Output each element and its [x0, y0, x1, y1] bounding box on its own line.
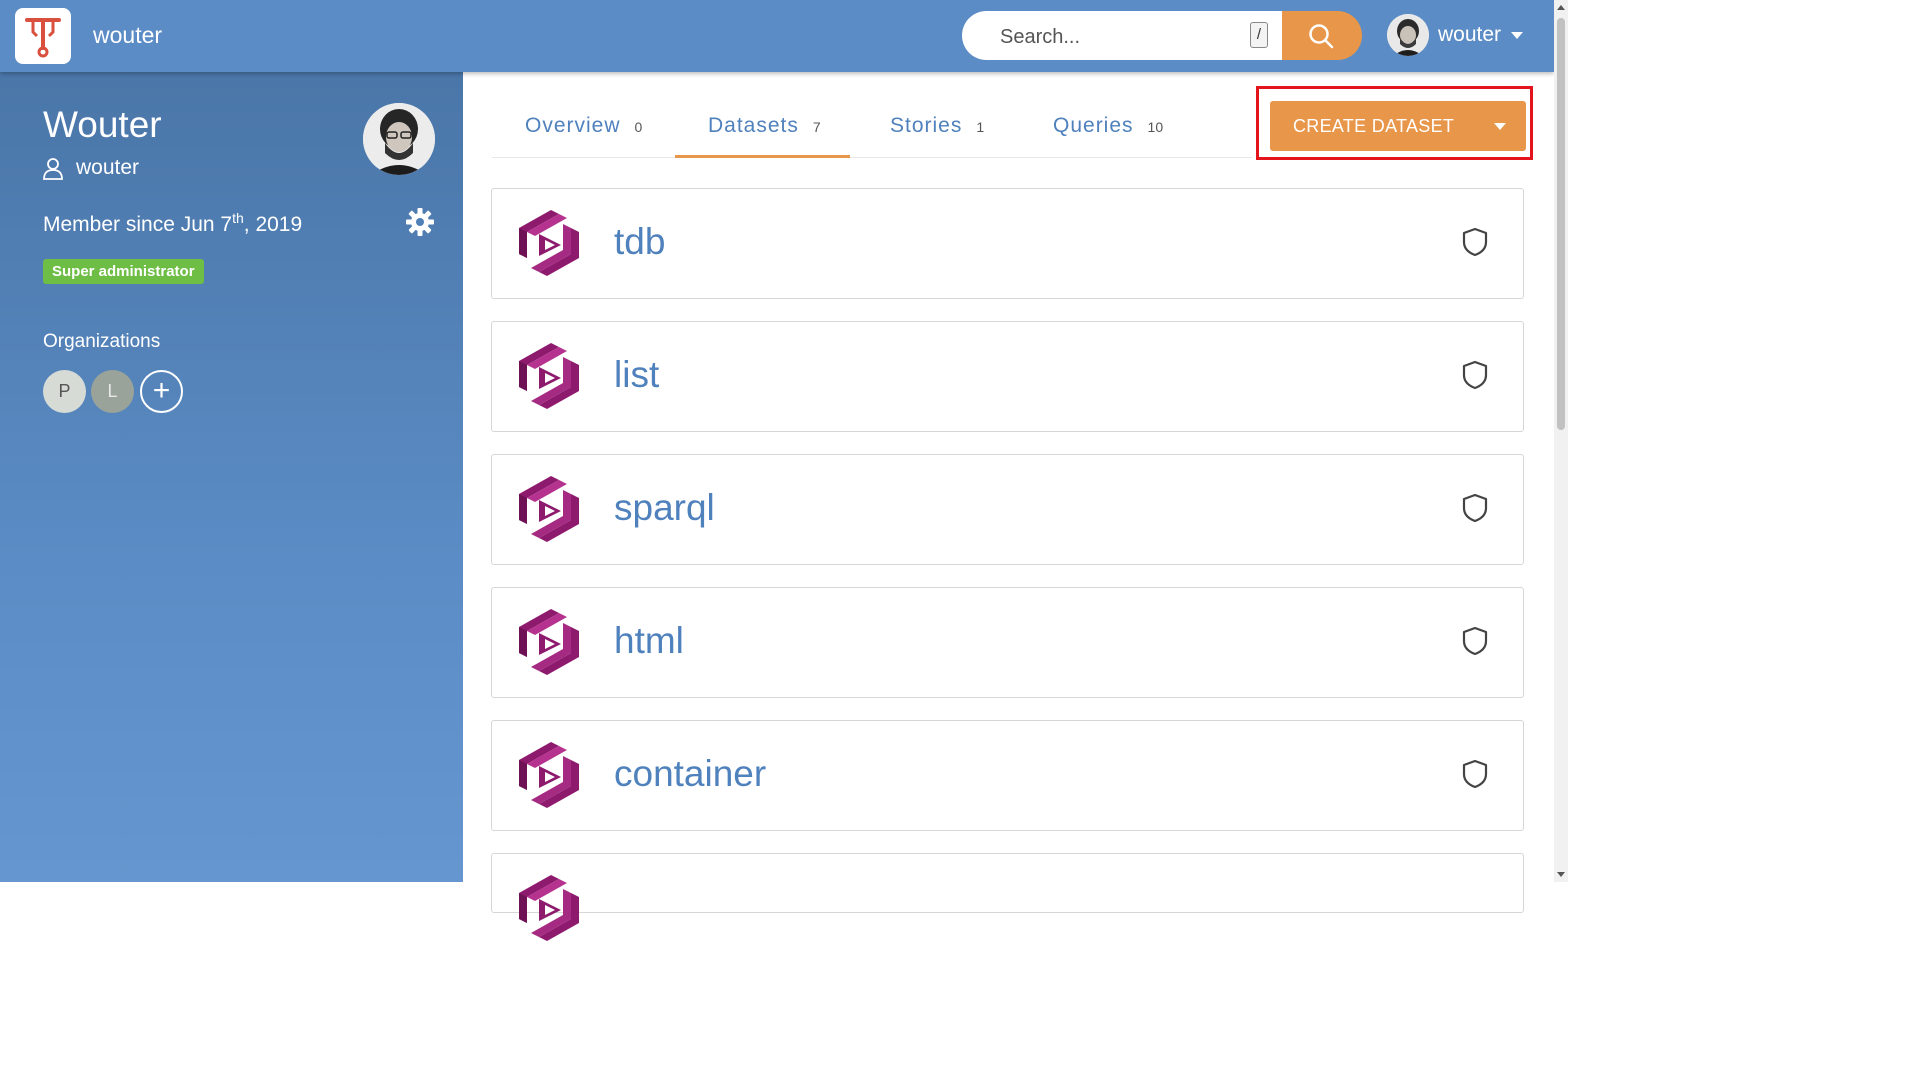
shield-icon: [1461, 626, 1489, 661]
tab-overview-count: 0: [634, 119, 643, 135]
tab-datasets-count: 7: [812, 119, 821, 135]
settings-button[interactable]: [405, 207, 435, 242]
profile-tabs: Overview 0 Datasets 7 Stories 1 Queries 10: [492, 100, 1232, 159]
profile-avatar: [363, 103, 435, 175]
member-since-text: Member since Jun 7th, 2019: [43, 210, 303, 236]
create-dataset-button[interactable]: CREATE DATASET: [1270, 101, 1526, 151]
caret-down-icon[interactable]: [1494, 123, 1506, 130]
create-dataset-label: CREATE DATASET: [1293, 116, 1455, 136]
tab-stories[interactable]: Stories 1: [890, 114, 984, 138]
dataset-name[interactable]: list: [614, 354, 659, 396]
dataset-card[interactable]: container: [491, 720, 1524, 831]
tab-stories-count: 1: [976, 119, 985, 135]
search-icon: [1309, 24, 1334, 49]
organization-avatar-l[interactable]: L: [91, 370, 134, 413]
search-shortcut-key: /: [1250, 22, 1268, 48]
organization-avatar-p[interactable]: P: [43, 370, 86, 413]
dataset-icon: [515, 607, 583, 686]
shield-icon: [1461, 360, 1489, 395]
account-title[interactable]: wouter: [93, 22, 162, 49]
scroll-down-arrow-icon[interactable]: [1557, 872, 1565, 877]
tab-queries[interactable]: Queries 10: [1053, 114, 1163, 138]
triply-logo[interactable]: [15, 8, 71, 64]
dataset-card[interactable]: tdb: [491, 188, 1524, 299]
scroll-up-arrow-icon[interactable]: [1557, 5, 1565, 10]
top-navigation-bar: wouter / wouter: [0, 0, 1554, 72]
organizations-heading: Organizations: [43, 331, 161, 352]
shield-icon: [1461, 759, 1489, 794]
tab-datasets-label: Datasets: [708, 114, 799, 137]
dataset-name[interactable]: html: [614, 620, 684, 662]
caret-down-icon: [1511, 32, 1523, 39]
avatar: [1387, 14, 1429, 56]
tab-stories-label: Stories: [890, 114, 963, 137]
role-badge: Super administrator: [43, 259, 204, 284]
dataset-icon: [515, 873, 583, 952]
dataset-name[interactable]: sparql: [614, 487, 715, 529]
profile-sidebar: Wouter wouter Member since Jun 7th, 2019: [0, 72, 463, 882]
user-menu-name: wouter: [1438, 23, 1502, 46]
avatar-portrait-icon: [1387, 14, 1429, 56]
dataset-name[interactable]: tdb: [614, 221, 665, 263]
search-box[interactable]: [962, 11, 1282, 60]
search-input[interactable]: [998, 23, 1222, 51]
dataset-icon: [515, 208, 583, 287]
profile-display-name: Wouter: [43, 104, 162, 145]
dataset-card[interactable]: list: [491, 321, 1524, 432]
scroll-thumb[interactable]: [1557, 18, 1565, 430]
dataset-icon: [515, 341, 583, 420]
tab-overview-label: Overview: [525, 114, 621, 137]
add-organization-button[interactable]: +: [140, 370, 183, 413]
user-icon: [43, 158, 63, 180]
tab-queries-label: Queries: [1053, 114, 1134, 137]
search-button[interactable]: [1282, 11, 1362, 60]
tab-queries-count: 10: [1147, 119, 1164, 135]
shield-icon: [1461, 493, 1489, 528]
dataset-card[interactable]: html: [491, 587, 1524, 698]
gear-icon: [406, 208, 434, 236]
dataset-name[interactable]: container: [614, 753, 766, 795]
tab-overview[interactable]: Overview 0: [525, 114, 642, 138]
dataset-icon: [515, 740, 583, 819]
page-scrollbar[interactable]: [1554, 0, 1568, 882]
avatar-portrait-icon: [363, 103, 435, 175]
logo-icon: [25, 18, 61, 58]
tab-datasets[interactable]: Datasets 7: [708, 114, 821, 138]
dataset-card-partial[interactable]: [491, 853, 1524, 941]
shield-icon: [1461, 227, 1489, 262]
active-tab-indicator: [675, 155, 850, 158]
dataset-card[interactable]: sparql: [491, 454, 1524, 565]
profile-handle-text: wouter: [76, 156, 140, 179]
dataset-icon: [515, 474, 583, 553]
